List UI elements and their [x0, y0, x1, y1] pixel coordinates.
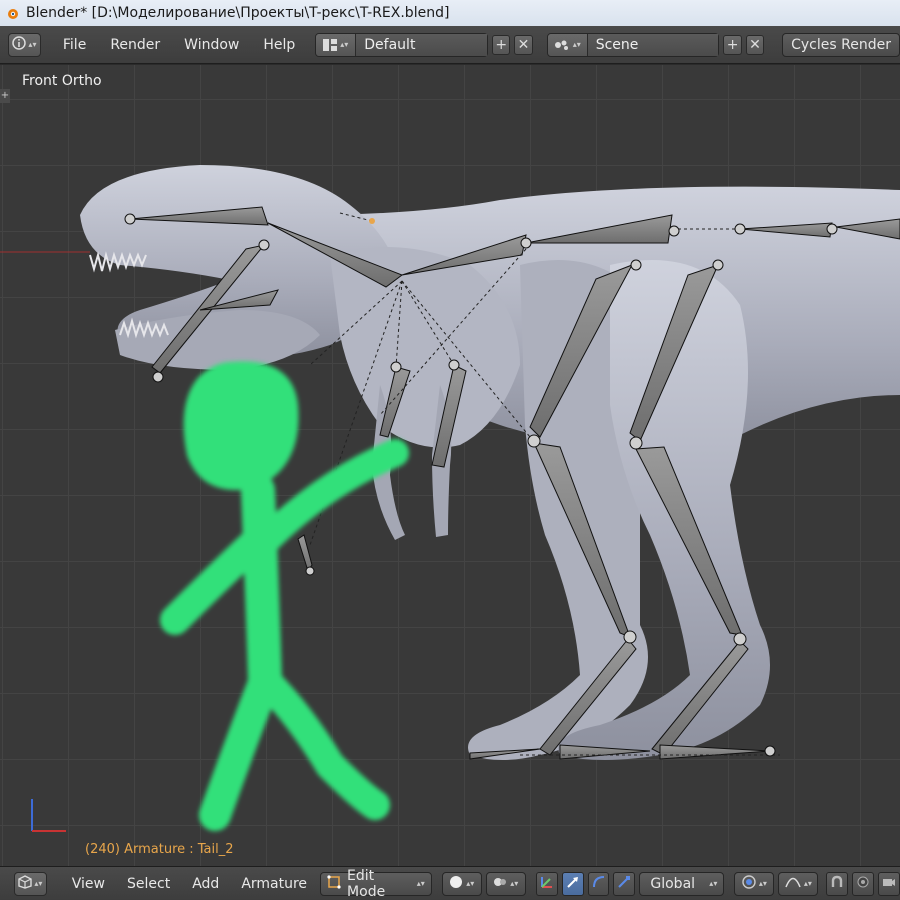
viewport-shading-selector[interactable]: ▴▾ — [441, 871, 482, 896]
stick-figure — [160, 361, 409, 831]
proportional-edit-icon — [742, 874, 756, 893]
menu-armature[interactable]: Armature — [232, 876, 316, 892]
window-title-bar: Blender* [D:\Моделирование\Проекты\T-рек… — [0, 0, 900, 26]
mode-selector[interactable]: Edit Mode ▴▾ — [320, 868, 432, 900]
menu-select[interactable]: Select — [118, 876, 179, 892]
axis-gizmo — [22, 791, 72, 845]
arrow-icon — [566, 875, 580, 893]
cube-icon — [18, 874, 33, 893]
close-icon: ✕ — [749, 36, 761, 53]
info-icon — [12, 35, 27, 54]
menu-window[interactable]: Window — [174, 33, 249, 57]
3d-view-header: ▴▾ View Select Add Armature Edit Mode ▴▾… — [0, 866, 900, 900]
manipulator-toggle[interactable] — [535, 871, 558, 896]
render-preview-button[interactable] — [878, 871, 900, 896]
blender-logo-icon — [4, 5, 20, 21]
add-layout-button[interactable]: + — [492, 34, 511, 55]
scale-icon — [617, 875, 631, 893]
pivot-icon — [493, 875, 507, 893]
render-engine-selector[interactable]: Cycles Render — [782, 32, 900, 57]
mode-label: Edit Mode — [347, 867, 386, 900]
bone-toe-1 — [659, 744, 771, 760]
remove-scene-button[interactable]: ✕ — [745, 34, 765, 55]
screen-layout-name[interactable]: Default — [356, 33, 488, 56]
orientation-label: Global — [650, 875, 696, 892]
rotate-arc-icon — [592, 875, 606, 893]
solid-sphere-icon — [449, 875, 463, 893]
falloff-selector[interactable]: ▴▾ — [778, 871, 819, 896]
remove-layout-button[interactable]: ✕ — [514, 34, 533, 55]
camera-icon — [882, 875, 896, 893]
scene-icon: ▴▾ — [547, 33, 588, 56]
scene-selector[interactable]: ▴▾ Scene — [546, 32, 720, 57]
info-header: ▴▾ File Render Window Help ▴▾ Default + … — [0, 26, 900, 64]
translate-manipulator-button[interactable] — [561, 871, 584, 896]
updown-arrows-icon: ▴▾ — [28, 40, 37, 49]
transform-orientation-selector[interactable]: Global ▴▾ — [639, 871, 725, 896]
menu-view[interactable]: View — [63, 876, 114, 892]
menu-add[interactable]: Add — [183, 876, 228, 892]
proportional-editing-selector[interactable]: ▴▾ — [734, 871, 775, 896]
layout-icon: ▴▾ — [316, 33, 357, 56]
editor-type-button[interactable]: ▴▾ — [8, 32, 41, 57]
falloff-curve-icon — [785, 876, 801, 892]
window-title: Blender* [D:\Моделирование\Проекты\T-рек… — [26, 5, 450, 21]
screen-layout-selector[interactable]: ▴▾ Default — [315, 32, 489, 57]
scene-canvas — [0, 165, 900, 831]
scene-name[interactable]: Scene — [587, 33, 719, 56]
edit-mode-icon — [327, 874, 341, 893]
menu-help[interactable]: Help — [253, 33, 305, 57]
axis-manipulator-icon — [539, 874, 555, 894]
magnet-icon — [830, 875, 844, 893]
menu-file[interactable]: File — [53, 33, 96, 57]
3d-viewport[interactable]: Front Ortho + (240) Armature: Tail_2 — [0, 65, 900, 866]
editor-type-button-3d[interactable]: ▴▾ — [14, 871, 47, 896]
snap-target-icon — [856, 875, 870, 893]
snap-toggle[interactable] — [826, 871, 849, 896]
close-icon: ✕ — [517, 36, 530, 53]
object-info-label: (240) Armature : Tail_2 — [85, 842, 234, 857]
bone-arm-small — [297, 534, 313, 573]
selected-joint — [369, 218, 375, 224]
pivot-point-selector[interactable]: ▴▾ — [485, 871, 526, 896]
plus-icon: + — [726, 36, 739, 53]
scale-manipulator-button[interactable] — [613, 871, 636, 896]
snap-element-selector[interactable] — [852, 871, 875, 896]
menu-render[interactable]: Render — [100, 33, 170, 57]
rotate-manipulator-button[interactable] — [587, 871, 610, 896]
add-scene-button[interactable]: + — [723, 34, 742, 55]
plus-icon: + — [495, 36, 508, 53]
